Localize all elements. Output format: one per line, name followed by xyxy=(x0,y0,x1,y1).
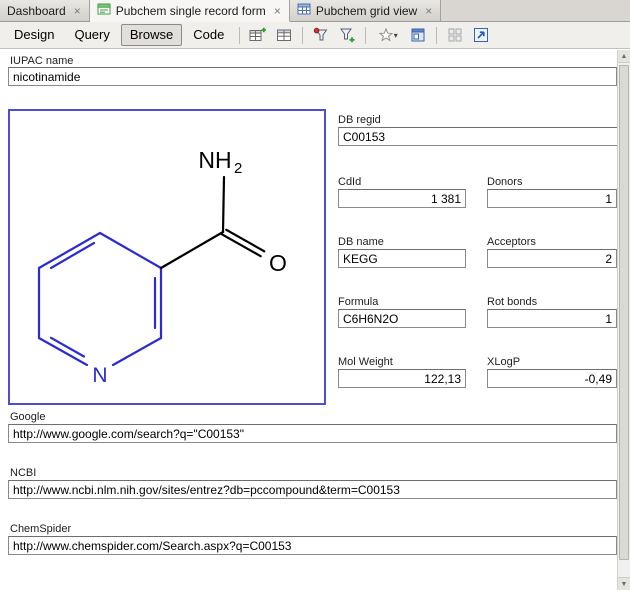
rot-bonds-label: Rot bonds xyxy=(487,296,537,308)
tab-close-icon[interactable]: × xyxy=(273,5,282,17)
grid-layout-icon[interactable] xyxy=(443,24,467,46)
tab-close-icon[interactable]: × xyxy=(424,5,433,17)
table-icon[interactable] xyxy=(272,24,296,46)
tab-close-icon[interactable]: × xyxy=(73,5,82,17)
chemspider-url-field[interactable] xyxy=(8,536,617,555)
toolbar-separator xyxy=(436,27,437,44)
form-window-icon[interactable] xyxy=(406,24,430,46)
dropdown-arrow-icon: ▾ xyxy=(394,31,398,40)
toolbar-separator xyxy=(365,27,366,44)
db-regid-field[interactable] xyxy=(338,127,618,146)
scrollbar-thumb[interactable] xyxy=(619,65,629,560)
record-form: IUPAC name xyxy=(0,50,617,590)
toolbar-separator xyxy=(302,27,303,44)
query-mode-button[interactable]: Query xyxy=(65,24,118,46)
form-tab-icon xyxy=(97,2,111,19)
nicotinamide-structure-drawing: NH 2 O N xyxy=(10,111,324,403)
browse-mode-button[interactable]: Browse xyxy=(121,24,182,46)
xlogp-field[interactable] xyxy=(487,369,617,388)
grid-tab-icon xyxy=(297,2,311,19)
form-toolbar: Design Query Browse Code xyxy=(0,22,630,49)
fit-to-window-icon[interactable] xyxy=(469,24,493,46)
scroll-down-icon[interactable]: ▼ xyxy=(618,577,630,590)
scroll-up-icon[interactable]: ▲ xyxy=(618,50,630,63)
tab-pubchem-grid-view[interactable]: Pubchem grid view × xyxy=(290,0,441,21)
cdid-field[interactable] xyxy=(338,189,466,208)
chemspider-label: ChemSpider xyxy=(10,523,71,535)
code-mode-button[interactable]: Code xyxy=(184,24,233,46)
ncbi-label: NCBI xyxy=(10,467,36,479)
acceptors-label: Acceptors xyxy=(487,236,536,248)
db-regid-label: DB regid xyxy=(338,114,381,126)
add-filter-icon[interactable] xyxy=(335,24,359,46)
toolbar-separator xyxy=(239,27,240,44)
tab-label: Dashboard xyxy=(7,4,66,18)
tab-label: Pubchem single record form xyxy=(116,4,266,18)
structure-viewer[interactable]: NH 2 O N xyxy=(8,109,326,405)
donors-field[interactable] xyxy=(487,189,617,208)
mol-weight-label: Mol Weight xyxy=(338,356,393,368)
xlogp-label: XLogP xyxy=(487,356,520,368)
formula-label: Formula xyxy=(338,296,378,308)
app-window: Dashboard × Pubchem single record form × xyxy=(0,0,630,590)
ring-nitrogen-label: N xyxy=(92,364,107,387)
acceptors-field[interactable] xyxy=(487,249,617,268)
oxygen-atom-label: O xyxy=(269,250,287,276)
rot-bonds-field[interactable] xyxy=(487,309,617,328)
iupac-name-field[interactable] xyxy=(8,67,617,86)
db-name-field[interactable] xyxy=(338,249,466,268)
tab-label: Pubchem grid view xyxy=(316,4,417,18)
db-name-label: DB name xyxy=(338,236,384,248)
formula-field[interactable] xyxy=(338,309,466,328)
iupac-name-label: IUPAC name xyxy=(10,55,73,67)
mol-weight-field[interactable] xyxy=(338,369,466,388)
cdid-label: CdId xyxy=(338,176,361,188)
favorites-star-icon[interactable]: ▾ xyxy=(372,24,404,46)
amine-atom-label: NH xyxy=(198,147,231,173)
design-mode-button[interactable]: Design xyxy=(5,24,63,46)
donors-label: Donors xyxy=(487,176,522,188)
query-filter-icon[interactable] xyxy=(309,24,333,46)
google-label: Google xyxy=(10,411,45,423)
tab-pubchem-single-record-form[interactable]: Pubchem single record form × xyxy=(90,0,290,22)
document-tab-bar: Dashboard × Pubchem single record form × xyxy=(0,0,630,22)
vertical-scrollbar[interactable]: ▲ ▼ xyxy=(617,50,630,590)
amine-subscript-label: 2 xyxy=(234,160,242,177)
new-table-icon[interactable] xyxy=(246,24,270,46)
tab-dashboard[interactable]: Dashboard × xyxy=(0,0,90,21)
google-url-field[interactable] xyxy=(8,424,617,443)
ncbi-url-field[interactable] xyxy=(8,480,617,499)
